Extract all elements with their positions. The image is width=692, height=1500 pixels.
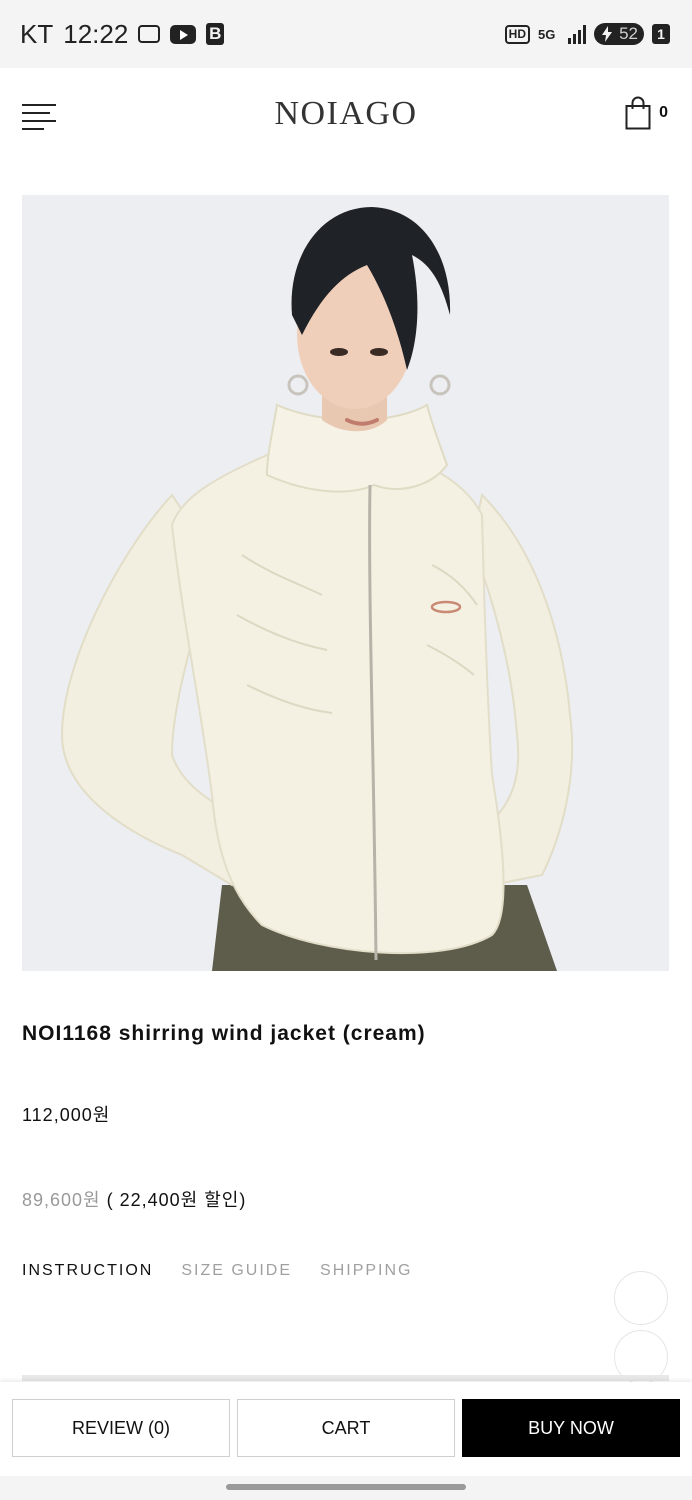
site-header: NOIAGO 0 [0, 68, 692, 164]
status-right: HD 5G 52 1 [504, 23, 670, 45]
tab-instruction[interactable]: INSTRUCTION [22, 1262, 153, 1280]
product-name: NOI1168 shirring wind jacket (cream) [22, 1022, 426, 1045]
home-gesture-bar[interactable] [226, 1484, 466, 1490]
sale-price: 89,600원 [22, 1190, 101, 1210]
battery-level: 52 [619, 24, 638, 43]
cart-button[interactable]: CART [237, 1399, 455, 1457]
tab-shipping[interactable]: SHIPPING [320, 1262, 412, 1280]
brand-logo[interactable]: NOIAGO [0, 95, 692, 133]
shopping-bag-icon [625, 96, 651, 130]
floating-button-top[interactable] [614, 1271, 668, 1325]
screenshot-icon [138, 25, 161, 43]
hd-icon: HD [504, 24, 530, 44]
battery-icon: 52 [594, 23, 644, 45]
info-tabs: INSTRUCTION SIZE GUIDE SHIPPING [22, 1262, 412, 1280]
product-image[interactable] [22, 195, 669, 971]
status-bar: KT 12:22 B HD 5G 52 1 [0, 0, 692, 68]
tab-size-guide[interactable]: SIZE GUIDE [181, 1262, 292, 1280]
content-divider [22, 1375, 669, 1381]
sim-icon: 1 [652, 24, 670, 44]
clock: 12:22 [63, 18, 129, 49]
header-cart-button[interactable]: 0 [625, 96, 668, 130]
discount-text: ( 22,400원 할인) [100, 1190, 247, 1210]
signal-icon [568, 24, 586, 44]
product-price: 112,000원 [22, 1105, 111, 1125]
review-button[interactable]: REVIEW (0) [12, 1399, 230, 1457]
carrier-label: KT [20, 18, 54, 49]
b-app-icon: B [206, 23, 225, 45]
product-photo [22, 195, 669, 971]
buy-now-button[interactable]: BUY NOW [462, 1399, 680, 1457]
network-5g-icon: 5G [538, 26, 556, 42]
cart-count: 0 [659, 104, 668, 121]
system-nav-bar [0, 1476, 692, 1500]
youtube-icon [170, 24, 197, 44]
status-left: KT 12:22 B [20, 18, 225, 50]
sale-price-line: 89,600원 ( 22,400원 할인) [22, 1186, 246, 1212]
bottom-action-bar: REVIEW (0) CART BUY NOW [0, 1382, 692, 1476]
